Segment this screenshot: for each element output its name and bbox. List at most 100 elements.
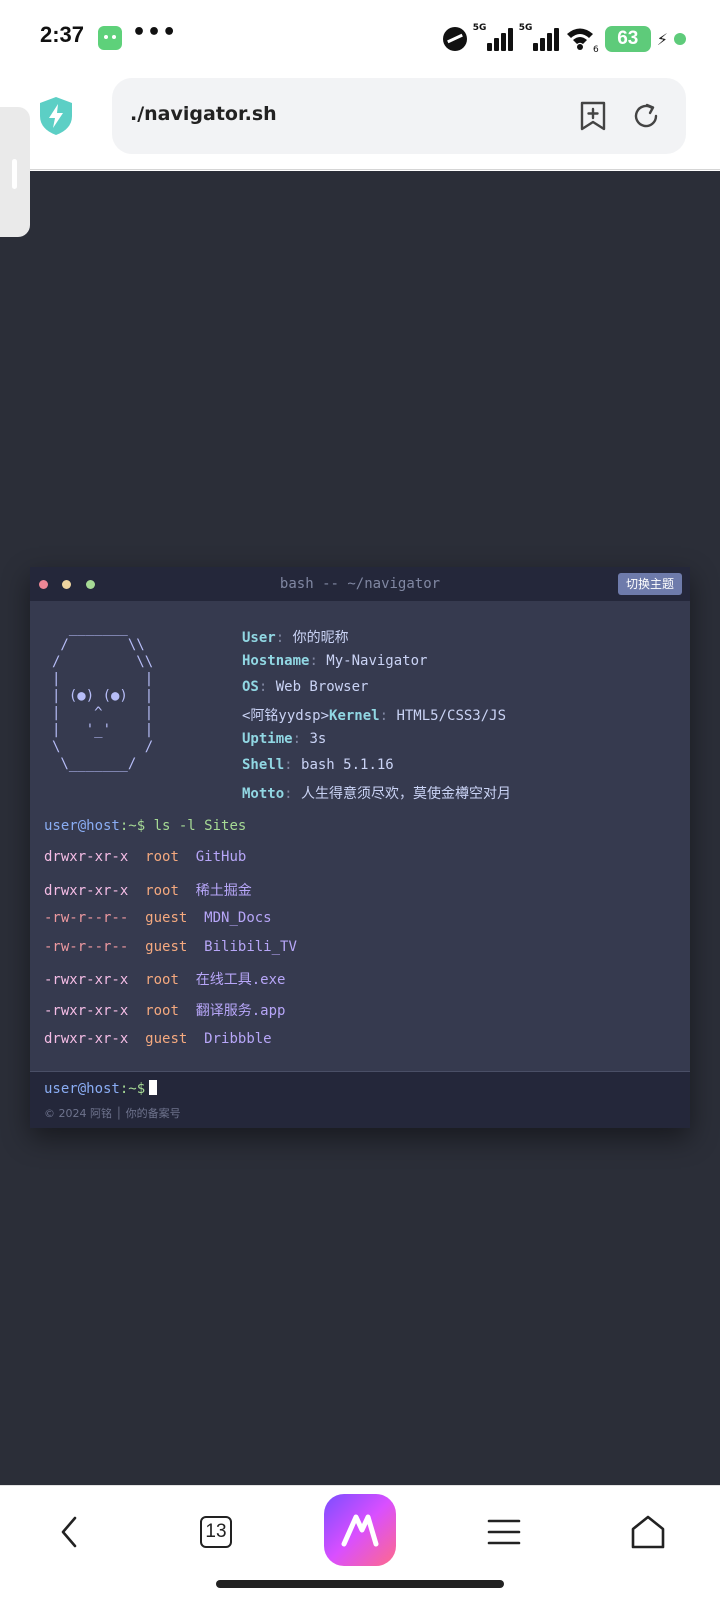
tabs-button[interactable]: 13 <box>186 1502 246 1562</box>
more-notifications-icon: ••• <box>132 20 178 45</box>
info-value: 人生得意须尽欢，莫使金樽空对月 <box>301 786 512 802</box>
web-page: bash -- ~/navigator 切换主题 _______ / \\ / … <box>0 107 720 1485</box>
info-prefix: <阿铭yydsp> <box>242 708 330 724</box>
info-row-shell: Shell: bash 5.1.16 <box>242 757 394 773</box>
info-key: Kernel <box>329 708 380 724</box>
site-name[interactable]: GitHub <box>196 849 247 865</box>
info-value: 3s <box>309 731 327 747</box>
signal-tag: 5G <box>472 23 487 33</box>
menu-button[interactable] <box>474 1502 534 1562</box>
site-permission: drwxr-xr-x <box>44 849 129 865</box>
signal-icon-sim2: 5G <box>518 23 559 53</box>
terminal-titlebar: bash -- ~/navigator 切换主题 <box>30 567 690 601</box>
site-link[interactable]: -rw-r--r-- guest MDN_Docs <box>44 910 272 930</box>
home-indicator[interactable] <box>216 1580 504 1588</box>
home-button[interactable] <box>618 1502 678 1562</box>
info-value: bash 5.1.16 <box>301 757 394 773</box>
site-permission: -rw-r--r-- <box>44 939 129 955</box>
ascii-line: | | <box>52 671 154 687</box>
prompt-user: user@host <box>44 818 120 834</box>
charging-bolt-icon: ⚡ <box>656 29 668 49</box>
site-name[interactable]: MDN_Docs <box>204 910 271 926</box>
site-link[interactable]: -rwxr-xr-x root 在线工具.exe <box>44 969 285 989</box>
info-value: 你的昵称 <box>292 630 349 646</box>
info-row-motto: Motto: 人生得意须尽欢，莫使金樽空对月 <box>242 786 512 802</box>
tab-count: 13 <box>200 1516 232 1548</box>
switch-theme-button[interactable]: 切换主题 <box>617 573 682 595</box>
ascii-line: _______ <box>52 620 128 636</box>
prompt-user: user@host <box>44 1081 120 1097</box>
url-text[interactable]: ./navigator.sh <box>130 103 277 125</box>
info-row-os: OS: Web Browser <box>242 679 369 695</box>
site-owner: guest <box>145 910 188 926</box>
site-permission: drwxr-xr-x <box>44 1031 129 1047</box>
copyright-text: © 2024 阿铭 │ 你的备案号 <box>44 1107 181 1120</box>
privacy-dot-icon <box>674 33 686 45</box>
site-owner: root <box>145 883 179 899</box>
site-owner: root <box>145 849 179 865</box>
site-owner: guest <box>145 1031 188 1047</box>
home-icon <box>631 1515 665 1549</box>
text-cursor <box>149 1080 158 1095</box>
info-key: Hostname <box>242 653 310 669</box>
prompt-command: ls -l Sites <box>145 818 247 834</box>
site-link[interactable]: -rw-r--r-- guest Bilibili_TV <box>44 939 297 959</box>
ai-assistant-button[interactable] <box>324 1494 396 1566</box>
command-prompt: user@host:~$ ls -l Sites <box>44 818 246 834</box>
status-bar: 2:37 ••• 5G 5G 6 63 ⚡ <box>0 0 720 78</box>
info-row-user: User: 你的昵称 <box>242 630 349 646</box>
site-owner: guest <box>145 939 188 955</box>
site-link[interactable]: drwxr-xr-x root 稀土掘金 <box>44 880 252 900</box>
terminal-input-area[interactable]: user@host:~$ © 2024 阿铭 │ 你的备案号 <box>30 1071 690 1128</box>
signal-tag: 5G <box>518 23 533 33</box>
info-row-uptime: Uptime: 3s <box>242 731 327 747</box>
system-info: User: 你的昵称 Hostname: My-Navigator OS: We… <box>242 627 511 809</box>
info-key: Uptime <box>242 731 293 747</box>
browser-toolbar: ./navigator.sh <box>0 78 720 170</box>
site-permission: -rwxr-xr-x <box>44 972 129 988</box>
side-panel-handle[interactable] <box>0 107 30 237</box>
prompt-path: :~$ <box>119 1081 146 1097</box>
address-bar[interactable]: ./navigator.sh <box>112 78 686 154</box>
site-link[interactable]: drwxr-xr-x guest Dribbble <box>44 1031 272 1051</box>
android-app-icon <box>98 26 122 50</box>
info-key: OS <box>242 679 259 695</box>
site-owner: root <box>145 1003 179 1019</box>
info-row-hostname: Hostname: My-Navigator <box>242 653 428 669</box>
ascii-line: \_______/ <box>52 756 137 772</box>
site-link[interactable]: -rwxr-xr-x root 翻译服务.app <box>44 1000 285 1020</box>
site-name[interactable]: 翻译服务.app <box>196 1003 286 1019</box>
site-permission: drwxr-xr-x <box>44 883 129 899</box>
hamburger-menu-icon <box>487 1519 521 1545</box>
battery-indicator: 63 <box>604 26 651 52</box>
chevron-left-icon <box>61 1516 77 1548</box>
site-name[interactable]: Bilibili_TV <box>204 939 297 955</box>
wifi-number: 6 <box>593 45 599 55</box>
site-permission: -rwxr-xr-x <box>44 1003 129 1019</box>
ascii-line: / \\ <box>52 654 154 670</box>
info-row-kernel: <阿铭yydsp>Kernel: HTML5/CSS3/JS <box>242 708 507 724</box>
ascii-line: | '_' | <box>52 722 154 738</box>
info-key: Motto <box>242 786 285 802</box>
info-key: User <box>242 630 276 646</box>
site-name[interactable]: 在线工具.exe <box>196 972 286 988</box>
reload-icon[interactable] <box>630 100 662 132</box>
status-indicators: 5G 5G 6 63 ⚡ <box>442 23 686 55</box>
site-name[interactable]: 稀土掘金 <box>196 883 252 899</box>
status-time: 2:37 <box>40 22 85 47</box>
info-key: Shell <box>242 757 285 773</box>
info-value: My-Navigator <box>326 653 428 669</box>
ai-logo-icon <box>341 1514 379 1547</box>
site-link[interactable]: drwxr-xr-x root GitHub <box>44 849 246 869</box>
site-name[interactable]: Dribbble <box>204 1031 271 1047</box>
browser-bottom-nav: 13 <box>0 1485 720 1600</box>
ascii-art-face: _______ / \\ / \\ | | | (●) (●) | | ^ | … <box>52 619 202 772</box>
signal-icon-sim1: 5G <box>472 23 513 53</box>
terminal-window: bash -- ~/navigator 切换主题 _______ / \\ / … <box>30 567 690 1128</box>
back-button[interactable] <box>40 1502 100 1562</box>
ascii-line: \ / <box>52 739 154 755</box>
input-prompt[interactable]: user@host:~$ <box>44 1080 158 1097</box>
shield-bolt-icon[interactable] <box>38 96 74 136</box>
info-value: Web Browser <box>275 679 369 695</box>
bookmark-add-icon[interactable] <box>578 100 608 132</box>
